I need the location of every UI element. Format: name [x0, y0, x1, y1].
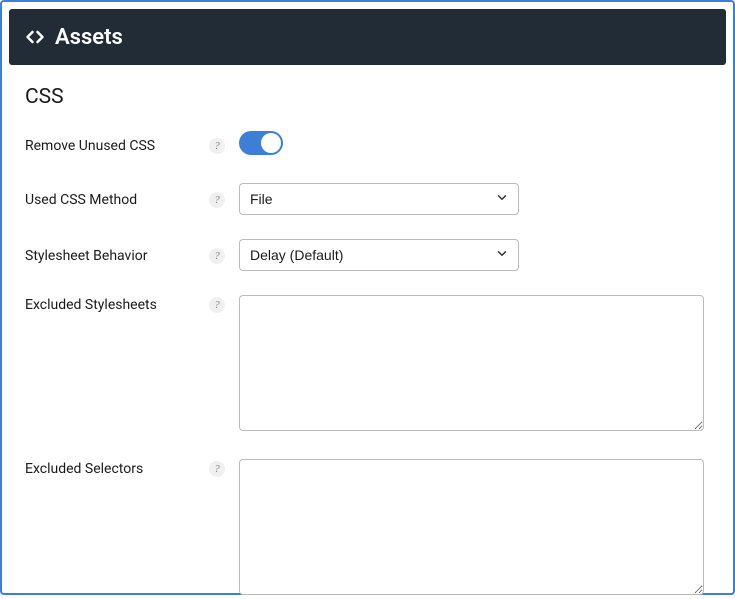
label-excluded-stylesheets: Excluded Stylesheets [25, 295, 205, 313]
help-icon[interactable]: ? [209, 138, 225, 154]
help-wrap: ? [205, 190, 229, 208]
help-icon[interactable]: ? [209, 192, 225, 208]
help-wrap: ? [205, 246, 229, 264]
row-used-css-method: Used CSS Method ? File [25, 183, 710, 215]
control-col [229, 295, 710, 435]
row-stylesheet-behavior: Stylesheet Behavior ? Delay (Default) [25, 239, 710, 271]
label-used-css-method: Used CSS Method [25, 190, 205, 208]
settings-panel: Assets CSS Remove Unused CSS ? Used CSS … [0, 0, 735, 595]
row-excluded-stylesheets: Excluded Stylesheets ? [25, 295, 710, 435]
toggle-knob [261, 133, 281, 153]
panel-content: CSS Remove Unused CSS ? Used CSS Method … [9, 65, 726, 599]
select-wrap-behavior: Delay (Default) [239, 239, 519, 271]
help-icon[interactable]: ? [209, 461, 225, 477]
panel-inner: Assets CSS Remove Unused CSS ? Used CSS … [9, 9, 726, 586]
row-excluded-selectors: Excluded Selectors ? [25, 459, 710, 599]
select-wrap-method: File [239, 183, 519, 215]
textarea-excluded-selectors[interactable] [239, 459, 704, 595]
control-col [229, 131, 710, 159]
label-stylesheet-behavior: Stylesheet Behavior [25, 246, 205, 264]
row-remove-unused-css: Remove Unused CSS ? [25, 131, 710, 159]
toggle-remove-unused-css[interactable] [239, 131, 283, 155]
help-icon[interactable]: ? [209, 248, 225, 264]
control-col [229, 459, 710, 599]
code-icon [25, 27, 45, 47]
control-col: File [229, 183, 710, 215]
label-excluded-selectors: Excluded Selectors [25, 459, 205, 477]
select-used-css-method[interactable]: File [239, 183, 519, 215]
help-wrap: ? [205, 295, 229, 313]
label-remove-unused-css: Remove Unused CSS [25, 136, 205, 154]
help-wrap: ? [205, 459, 229, 477]
help-icon[interactable]: ? [209, 297, 225, 313]
help-wrap: ? [205, 136, 229, 154]
select-stylesheet-behavior[interactable]: Delay (Default) [239, 239, 519, 271]
panel-header: Assets [9, 9, 726, 65]
control-col: Delay (Default) [229, 239, 710, 271]
textarea-excluded-stylesheets[interactable] [239, 295, 704, 431]
section-title: CSS [25, 85, 710, 109]
panel-title: Assets [55, 25, 123, 50]
